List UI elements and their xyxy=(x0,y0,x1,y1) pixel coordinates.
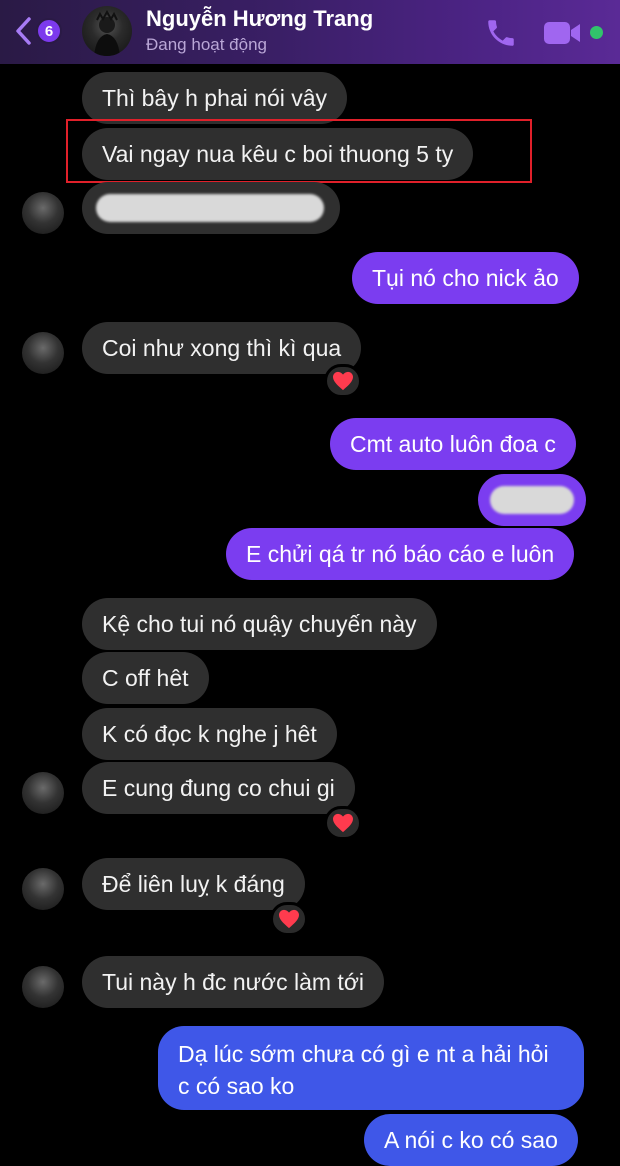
heart-icon xyxy=(279,909,299,929)
redacted-text xyxy=(96,194,324,222)
unread-count-badge: 6 xyxy=(36,18,62,44)
message-sent-multiline[interactable]: Dạ lúc sớm chưa có gì e nt a hải hỏi c c… xyxy=(158,1026,584,1110)
avatar-photo xyxy=(94,9,120,56)
video-camera-icon xyxy=(544,22,580,44)
heart-reaction[interactable] xyxy=(270,902,308,936)
contact-avatar-small[interactable] xyxy=(22,772,64,814)
message-text: E cung đung co chui gi xyxy=(102,775,335,801)
highlight-box xyxy=(66,119,532,183)
heart-icon xyxy=(333,813,353,833)
message-received[interactable]: Để liên luỵ k đáng xyxy=(82,858,305,910)
contact-avatar-small[interactable] xyxy=(22,966,64,1008)
message-sent[interactable]: Cmt auto luôn đoa c xyxy=(330,418,576,470)
message-text: E chửi qá tr nó báo cáo e luôn xyxy=(246,541,555,567)
message-text: Coi như xong thì kì qua xyxy=(102,335,342,361)
message-received[interactable]: E cung đung co chui gi xyxy=(82,762,355,814)
heart-reaction[interactable] xyxy=(324,364,362,398)
message-text-line: Dạ lúc sớm chưa có gì e nt a hải hỏi xyxy=(178,1041,549,1067)
message-received[interactable]: C off hêt xyxy=(82,652,209,704)
message-text: K có đọc k nghe j hêt xyxy=(102,721,317,747)
message-text: Cmt auto luôn đoa c xyxy=(350,431,556,457)
message-sent[interactable]: E chửi qá tr nó báo cáo e luôn xyxy=(226,528,575,580)
message-text: A nói c ko có sao xyxy=(384,1127,558,1153)
message-text-line: c có sao ko xyxy=(178,1073,295,1099)
message-sent[interactable]: Tụi nó cho nick ảo xyxy=(352,252,579,304)
message-text: Tụi nó cho nick ảo xyxy=(372,265,559,291)
phone-icon xyxy=(488,20,514,46)
call-button[interactable] xyxy=(484,16,518,50)
message-text: C off hêt xyxy=(102,665,189,691)
message-text: Để liên luỵ k đáng xyxy=(102,871,285,897)
message-received[interactable]: Thì bây h phai nói vây xyxy=(82,72,348,124)
message-received[interactable]: Kệ cho tui nó quậy chuyến này xyxy=(82,598,437,650)
heart-reaction[interactable] xyxy=(324,806,362,840)
message-received[interactable]: Tui này h đc nước làm tới xyxy=(82,956,385,1008)
contact-name[interactable]: Nguyễn Hương Trang xyxy=(146,6,373,32)
video-call-button[interactable] xyxy=(542,18,584,48)
message-sent-blurred[interactable] xyxy=(478,474,586,526)
message-received[interactable]: Coi như xong thì kì qua xyxy=(82,322,362,374)
message-text: Thì bây h phai nói vây xyxy=(102,85,328,111)
message-text: Tui này h đc nước làm tới xyxy=(102,969,365,995)
back-button[interactable]: 6 xyxy=(14,14,66,48)
chevron-left-icon xyxy=(16,17,31,45)
online-indicator xyxy=(590,26,603,39)
contact-avatar-small[interactable] xyxy=(22,868,64,910)
message-received[interactable]: K có đọc k nghe j hêt xyxy=(82,708,337,760)
contact-avatar-small[interactable] xyxy=(22,192,64,234)
message-text: Kệ cho tui nó quậy chuyến này xyxy=(102,611,417,637)
heart-icon xyxy=(333,371,353,391)
redacted-text xyxy=(490,486,574,514)
message-received-blurred[interactable] xyxy=(82,182,340,234)
contact-avatar[interactable] xyxy=(82,6,132,56)
chat-header: 6 Nguyễn Hương Trang Đang hoạt động xyxy=(0,0,620,64)
contact-avatar-small[interactable] xyxy=(22,332,64,374)
active-status: Đang hoạt động xyxy=(146,35,267,54)
message-sent[interactable]: A nói c ko có sao xyxy=(364,1114,578,1166)
